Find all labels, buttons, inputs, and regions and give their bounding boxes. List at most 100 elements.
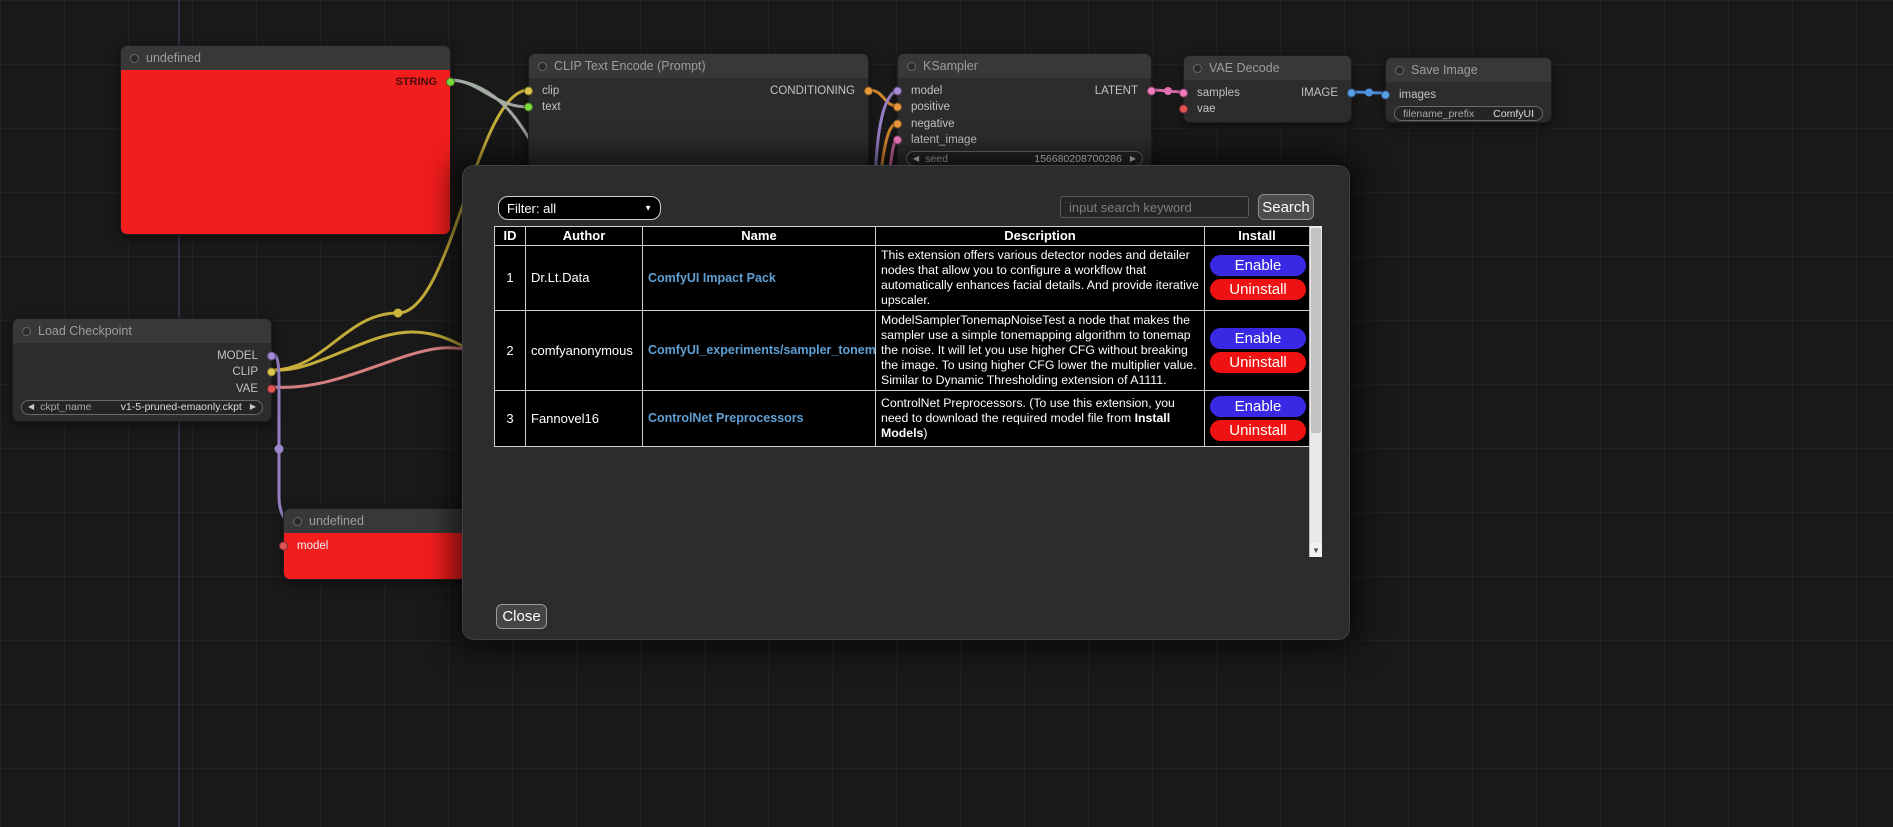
- collapse-dot[interactable]: [1193, 64, 1202, 73]
- input-label: text: [542, 101, 561, 113]
- enable-button[interactable]: Enable: [1210, 255, 1306, 276]
- extension-link[interactable]: ControlNet Preprocessors: [648, 411, 804, 425]
- collapse-dot[interactable]: [293, 517, 302, 526]
- output-slot-latent[interactable]: [1147, 87, 1156, 96]
- extension-actions: Enable Uninstall: [1205, 390, 1310, 446]
- output-label: CLIP: [232, 366, 258, 378]
- extension-link[interactable]: ComfyUI_experiments/sampler_tonemap: [648, 343, 876, 357]
- output-slot-string[interactable]: [446, 78, 455, 87]
- input-label: model: [297, 540, 328, 552]
- output-slot-vae[interactable]: [267, 384, 276, 393]
- table-header-row: IDAuthorNameDescriptionInstall: [495, 227, 1310, 246]
- extension-id: 3: [495, 390, 526, 446]
- input-slot-latent-image[interactable]: [893, 136, 902, 145]
- column-header: Author: [526, 227, 643, 246]
- decrement-arrow-icon[interactable]: ◀: [913, 155, 919, 163]
- node-save-image[interactable]: Save Image images filename_prefix ComfyU…: [1385, 57, 1552, 123]
- input-slot-positive[interactable]: [893, 103, 902, 112]
- node-title-bar: VAE Decode: [1184, 56, 1351, 80]
- input-slot-text[interactable]: [524, 103, 533, 112]
- input-slot-vae[interactable]: [1179, 105, 1188, 114]
- node-title-bar: undefined: [121, 46, 450, 70]
- widget-value: ComfyUI: [1493, 108, 1534, 120]
- widget-value: 156680208700286: [1034, 153, 1122, 165]
- seed-widget[interactable]: ◀ seed 156680208700286 ▶: [906, 151, 1143, 166]
- input-slot-model[interactable]: [893, 87, 902, 96]
- input-label: negative: [911, 118, 954, 130]
- node-title: undefined: [146, 51, 201, 65]
- extension-name: ComfyUI_experiments/sampler_tonemap: [643, 310, 876, 390]
- table-scrollbar[interactable]: ▼: [1309, 226, 1322, 557]
- extension-id: 2: [495, 310, 526, 390]
- filter-select[interactable]: Filter: all: [498, 196, 661, 220]
- widget-label: ckpt_name: [40, 401, 91, 413]
- node-vae-decode[interactable]: VAE Decode samples IMAGE vae: [1183, 55, 1352, 123]
- filename-prefix-widget[interactable]: filename_prefix ComfyUI: [1394, 106, 1543, 121]
- output-label: VAE: [236, 383, 258, 395]
- input-slot-clip[interactable]: [524, 87, 533, 96]
- node-body: MODEL CLIP VAE ◀ ckpt_name v1-5-pruned-e…: [13, 343, 271, 421]
- output-label: IMAGE: [1301, 87, 1338, 99]
- filter-select-wrap: Filter: all ▼: [498, 196, 661, 220]
- comfyui-app: undefined STRING CLIP Text Encode (Promp…: [0, 0, 1893, 827]
- collapse-dot[interactable]: [1395, 66, 1404, 75]
- enable-button[interactable]: Enable: [1210, 328, 1306, 349]
- search-input[interactable]: [1060, 196, 1249, 218]
- scroll-down-button[interactable]: ▼: [1310, 543, 1322, 557]
- extension-link[interactable]: ComfyUI Impact Pack: [648, 271, 776, 285]
- extension-author: Fannovel16: [526, 390, 643, 446]
- output-slot-clip[interactable]: [267, 368, 276, 377]
- extension-id: 1: [495, 245, 526, 310]
- ckpt-name-widget[interactable]: ◀ ckpt_name v1-5-pruned-emaonly.ckpt ▶: [21, 400, 263, 415]
- extension-row: 3Fannovel16 ControlNet Preprocessors Contr…: [495, 390, 1310, 446]
- node-load-checkpoint[interactable]: Load Checkpoint MODEL CLIP VAE ◀ ckpt_na…: [12, 318, 272, 422]
- widget-label: seed: [925, 153, 948, 165]
- output-label: MODEL: [217, 350, 258, 362]
- collapse-dot[interactable]: [130, 54, 139, 63]
- extension-row: 2comfyanonymousComfyUI_experiments/sampl…: [495, 310, 1310, 390]
- extension-description: ControlNet Preprocessors. (To use this e…: [876, 390, 1205, 446]
- input-label: vae: [1197, 103, 1216, 115]
- uninstall-button[interactable]: Uninstall: [1210, 279, 1306, 300]
- extension-row: 1Dr.Lt.DataComfyUI Impact PackThis exten…: [495, 245, 1310, 310]
- output-label: CONDITIONING: [770, 85, 855, 97]
- input-label: positive: [911, 101, 950, 113]
- node-title: Save Image: [1411, 63, 1478, 77]
- output-slot-conditioning[interactable]: [864, 87, 873, 96]
- input-label: clip: [542, 85, 559, 97]
- search-button[interactable]: Search: [1258, 194, 1314, 220]
- extension-name: ComfyUI Impact Pack: [643, 245, 876, 310]
- decrement-arrow-icon[interactable]: ◀: [28, 403, 34, 411]
- node-title: VAE Decode: [1209, 61, 1280, 75]
- input-slot-images[interactable]: [1381, 91, 1390, 100]
- input-slot-model[interactable]: [279, 542, 288, 551]
- extension-description: ModelSamplerTonemapNoiseTest a node that…: [876, 310, 1205, 390]
- widget-label: filename_prefix: [1403, 108, 1474, 120]
- extensions-table: IDAuthorNameDescriptionInstall 1Dr.Lt.Da…: [494, 226, 1310, 447]
- uninstall-button[interactable]: Uninstall: [1210, 352, 1306, 373]
- column-header: Name: [643, 227, 876, 246]
- output-label: STRING: [395, 76, 437, 88]
- collapse-dot[interactable]: [907, 62, 916, 71]
- input-slot-samples[interactable]: [1179, 89, 1188, 98]
- node-undefined-top[interactable]: undefined STRING: [120, 45, 451, 235]
- increment-arrow-icon[interactable]: ▶: [250, 403, 256, 411]
- extension-description: This extension offers various detector n…: [876, 245, 1205, 310]
- column-header: Install: [1205, 227, 1310, 246]
- output-slot-model[interactable]: [267, 352, 276, 361]
- increment-arrow-icon[interactable]: ▶: [1130, 155, 1136, 163]
- node-body: images filename_prefix ComfyUI: [1386, 82, 1551, 122]
- close-button[interactable]: Close: [496, 604, 547, 629]
- extension-name: ControlNet Preprocessors: [643, 390, 876, 446]
- manager-dialog: Filter: all ▼ Search IDAuthorNameDescrip…: [462, 165, 1350, 640]
- uninstall-button[interactable]: Uninstall: [1210, 420, 1306, 441]
- input-slot-negative[interactable]: [893, 119, 902, 128]
- enable-button[interactable]: Enable: [1210, 396, 1306, 417]
- scrollbar-thumb[interactable]: [1311, 228, 1321, 433]
- collapse-dot[interactable]: [538, 62, 547, 71]
- node-title: Load Checkpoint: [38, 324, 132, 338]
- collapse-dot[interactable]: [22, 327, 31, 336]
- extension-actions: Enable Uninstall: [1205, 245, 1310, 310]
- output-slot-image[interactable]: [1347, 89, 1356, 98]
- output-label: LATENT: [1095, 85, 1138, 97]
